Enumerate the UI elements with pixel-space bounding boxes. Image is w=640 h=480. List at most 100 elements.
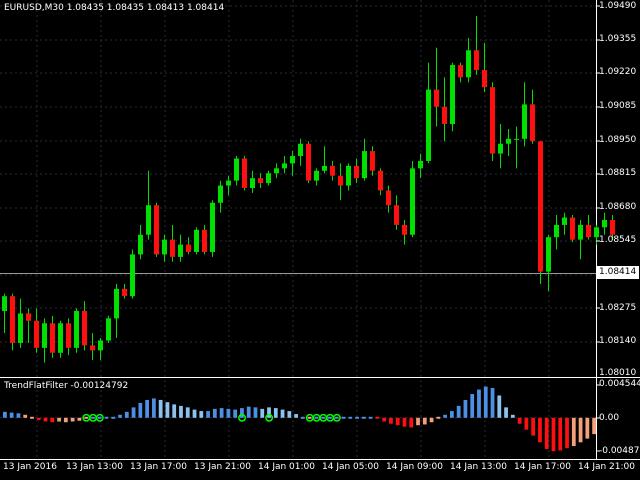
- indicator-bar: [429, 417, 434, 423]
- indicator-bar: [240, 408, 244, 418]
- bull-candle: [314, 170, 319, 181]
- indicator-bar: [565, 417, 569, 449]
- bear-candle: [610, 219, 615, 235]
- bear-candle: [338, 175, 343, 186]
- price-axis-label: 1.09220: [599, 67, 637, 77]
- price-axis-label: 1.08545: [599, 235, 637, 245]
- indicator-bar: [30, 416, 34, 419]
- bear-candle: [474, 50, 479, 70]
- indicator-bar: [314, 416, 319, 419]
- indicator-bar: [497, 395, 502, 418]
- indicator-bar: [294, 414, 298, 418]
- indicator-bar: [544, 417, 549, 449]
- price-axis-label: 1.08950: [599, 135, 637, 145]
- bull-candle: [114, 288, 119, 319]
- indicator-bar: [341, 416, 346, 419]
- bull-candle: [2, 296, 7, 311]
- bear-candle: [50, 323, 55, 353]
- indicator-bar: [538, 417, 542, 443]
- indicator-bar: [226, 408, 231, 418]
- bear-candle: [530, 104, 535, 142]
- indicator-axis-label: 0.004544: [599, 379, 640, 389]
- bear-candle: [258, 178, 263, 184]
- bear-candle: [570, 217, 575, 240]
- indicator-bar: [490, 388, 495, 418]
- bear-candle: [306, 143, 311, 181]
- bull-candle: [74, 310, 79, 348]
- bear-candle: [538, 141, 543, 272]
- price-chart[interactable]: [0, 0, 640, 480]
- indicator-bar: [212, 408, 217, 418]
- bear-candle: [378, 170, 383, 191]
- indicator-bar: [118, 414, 122, 418]
- price-axis-label: 1.08010: [599, 368, 637, 378]
- indicator-bar: [260, 408, 265, 418]
- current-price-tag: 1.08414: [597, 266, 639, 279]
- indicator-bar: [36, 417, 41, 421]
- indicator-bar: [91, 416, 95, 419]
- bull-candle: [562, 217, 567, 225]
- bear-candle: [26, 313, 31, 321]
- bear-candle: [394, 205, 399, 225]
- indicator-bar: [531, 417, 536, 436]
- bear-candle: [122, 288, 127, 297]
- bear-candle: [10, 296, 15, 343]
- indicator-bar: [328, 416, 332, 419]
- bull-candle: [514, 138, 519, 140]
- indicator-bar: [280, 409, 285, 418]
- indicator-bar: [97, 416, 102, 419]
- indicator-bar: [199, 411, 204, 418]
- bull-candle: [290, 156, 295, 164]
- ohlc-values: 1.08435 1.08435 1.08413 1.08414: [66, 3, 225, 13]
- bull-candle: [266, 173, 271, 184]
- indicator-bar: [131, 407, 136, 418]
- indicator-bar: [395, 417, 400, 426]
- bear-candle: [66, 323, 71, 348]
- indicator-bar: [592, 417, 596, 435]
- indicator-bar: [578, 417, 583, 443]
- indicator-bar: [436, 416, 441, 419]
- chart-symbol-header: EURUSD,M30 1.08435 1.08435 1.08413 1.084…: [4, 3, 224, 14]
- indicator-bar: [422, 417, 427, 425]
- indicator-bar: [463, 399, 468, 418]
- indicator-bar: [185, 407, 190, 418]
- indicator-bar: [301, 416, 305, 419]
- bull-candle: [426, 89, 431, 161]
- indicator-bar: [3, 411, 7, 418]
- bull-candle: [346, 165, 351, 186]
- indicator-bar: [172, 404, 177, 418]
- indicator-axis-label: 0.00: [599, 413, 620, 423]
- time-axis-label: 14 Jan 21:00: [578, 462, 635, 472]
- price-axis-label: 1.08815: [599, 168, 637, 178]
- bear-candle: [34, 320, 39, 348]
- indicator-bar: [70, 417, 75, 422]
- bear-candle: [186, 244, 191, 252]
- indicator-bar: [483, 386, 488, 418]
- indicator-bar: [307, 416, 312, 419]
- bull-candle: [18, 313, 23, 343]
- bull-candle: [578, 224, 583, 240]
- bull-candle: [546, 237, 551, 272]
- bear-candle: [586, 224, 591, 238]
- bear-candle: [202, 229, 207, 252]
- indicator-bar: [416, 417, 420, 426]
- chart-background: [0, 0, 640, 480]
- bull-candle: [362, 151, 367, 179]
- indicator-name: TrendFlatFilter: [4, 381, 68, 391]
- time-axis-label: 13 Jan 21:00: [194, 462, 251, 472]
- indicator-bar: [50, 417, 55, 423]
- indicator-bar: [63, 417, 68, 423]
- bull-candle: [498, 143, 503, 154]
- indicator-bar: [77, 417, 82, 421]
- indicator-bar: [456, 405, 461, 418]
- indicator-bar: [9, 412, 14, 418]
- bear-candle: [330, 165, 335, 176]
- indicator-bar: [368, 416, 373, 419]
- bear-candle: [354, 165, 359, 179]
- indicator-bar: [206, 411, 210, 418]
- bear-candle: [458, 65, 463, 78]
- bull-candle: [418, 160, 423, 169]
- indicator-bar: [219, 408, 224, 418]
- indicator-bar: [402, 417, 407, 427]
- indicator-bar: [375, 416, 380, 419]
